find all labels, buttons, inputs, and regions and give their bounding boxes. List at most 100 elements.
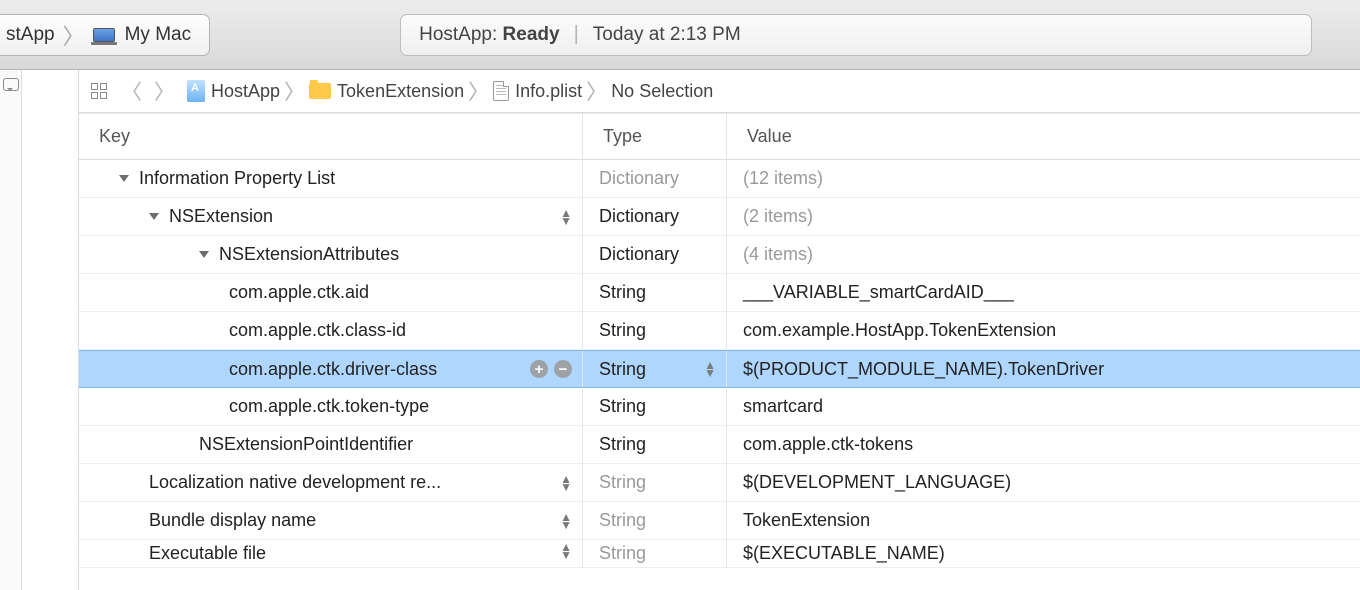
folder-icon — [309, 83, 331, 99]
key-cell[interactable]: Information Property List — [79, 160, 583, 197]
key-cell[interactable]: com.apple.ctk.driver-class +− — [79, 351, 583, 387]
key-cell[interactable]: NSExtensionAttributes — [79, 236, 583, 273]
key-stepper-icon[interactable]: ▲▼ — [560, 475, 572, 491]
table-row[interactable]: NSExtension ▲▼ Dictionary (2 items) — [79, 198, 1360, 236]
key-text: com.apple.ctk.token-type — [229, 396, 429, 417]
type-cell[interactable]: Dictionary — [583, 198, 727, 235]
comment-icon[interactable] — [3, 78, 19, 91]
forward-button[interactable]: 〉 — [154, 76, 175, 106]
table-row[interactable]: Information Property ListDictionary(12 i… — [79, 160, 1360, 198]
key-stepper-icon[interactable]: ▲▼ — [560, 543, 572, 559]
type-cell[interactable]: String ▲▼ — [583, 351, 727, 387]
related-items-icon[interactable] — [89, 83, 109, 99]
col-type[interactable]: Type — [583, 114, 727, 159]
key-text: NSExtension — [169, 206, 273, 227]
crumb-tokenextension[interactable]: TokenExtension — [309, 81, 464, 102]
type-cell[interactable]: String — [583, 274, 727, 311]
value-cell[interactable]: (4 items) — [727, 236, 1360, 273]
type-text: String — [599, 434, 646, 455]
key-cell[interactable]: com.apple.ctk.aid — [79, 274, 583, 311]
type-cell[interactable]: String — [583, 312, 727, 349]
table-row[interactable]: com.apple.ctk.driver-class +− String ▲▼ $(PR… — [79, 350, 1360, 388]
document-icon — [493, 81, 509, 101]
scheme-destination-label: My Mac — [125, 24, 192, 46]
breadcrumb: HostApp 〉 TokenExtension 〉 Info.plist 〉 … — [187, 76, 713, 106]
type-stepper-icon[interactable]: ▲▼ — [704, 361, 716, 377]
disclosure-triangle-icon[interactable] — [119, 175, 129, 182]
chevron-right-icon: 〉 — [284, 76, 305, 106]
key-cell[interactable]: Localization native development re... ▲▼ — [79, 464, 583, 501]
value-cell[interactable]: ___VARIABLE_smartCardAID___ — [727, 274, 1360, 311]
crumb-hostapp[interactable]: HostApp — [187, 80, 280, 102]
scheme-selector[interactable]: stApp 〉 My Mac — [0, 14, 210, 56]
type-cell[interactable]: Dictionary — [583, 236, 727, 273]
type-cell[interactable]: String — [583, 388, 727, 425]
type-cell[interactable]: String — [583, 464, 727, 501]
crumb-infoplist[interactable]: Info.plist — [493, 81, 582, 102]
key-text: com.apple.ctk.driver-class — [229, 359, 437, 380]
col-key[interactable]: Key — [79, 114, 583, 159]
main-area: 〈 〉 HostApp 〉 TokenExtension 〉 Info.plis… — [0, 70, 1360, 590]
table-row[interactable]: com.apple.ctk.aid String___VARIABLE_smart… — [79, 274, 1360, 312]
disclosure-triangle-icon[interactable] — [149, 213, 159, 220]
value-cell[interactable]: (12 items) — [727, 160, 1360, 197]
key-text: Bundle display name — [149, 510, 316, 531]
type-text: Dictionary — [599, 206, 679, 227]
key-text: Localization native development re... — [149, 472, 441, 493]
separator: | — [574, 23, 579, 46]
table-row[interactable]: Localization native development re... ▲▼ S… — [79, 464, 1360, 502]
status-state: Ready — [503, 24, 560, 46]
col-value[interactable]: Value — [727, 114, 1360, 159]
remove-button[interactable]: − — [554, 360, 572, 378]
type-cell[interactable]: Dictionary — [583, 160, 727, 197]
type-text: Dictionary — [599, 244, 679, 265]
key-cell[interactable]: Bundle display name ▲▼ — [79, 502, 583, 539]
status-app: HostApp: — [419, 24, 497, 46]
editor-content: 〈 〉 HostApp 〉 TokenExtension 〉 Info.plis… — [78, 70, 1360, 590]
value-cell[interactable]: com.apple.ctk-tokens — [727, 426, 1360, 463]
crumb-noselection[interactable]: No Selection — [611, 81, 713, 102]
table-row[interactable]: Bundle display name ▲▼ String TokenExtensio… — [79, 502, 1360, 540]
key-stepper-icon[interactable]: ▲▼ — [560, 209, 572, 225]
scheme-app-label: stApp — [6, 24, 55, 46]
disclosure-triangle-icon[interactable] — [199, 251, 209, 258]
key-cell[interactable]: Executable file▲▼ — [79, 540, 583, 567]
key-stepper-icon[interactable]: ▲▼ — [560, 513, 572, 529]
jump-bar: 〈 〉 HostApp 〉 TokenExtension 〉 Info.plis… — [79, 70, 1360, 113]
mac-icon — [93, 28, 115, 42]
value-cell[interactable]: $(PRODUCT_MODULE_NAME).TokenDriver — [727, 351, 1360, 387]
key-text: NSExtensionAttributes — [219, 244, 399, 265]
value-cell[interactable]: $(EXECUTABLE_NAME) — [727, 540, 1360, 567]
table-row[interactable]: com.apple.ctk.class-idStringcom.example.… — [79, 312, 1360, 350]
add-remove-controls: +− — [530, 360, 572, 378]
type-text: String — [599, 359, 646, 380]
chevron-right-icon: 〉 — [468, 76, 489, 106]
type-cell[interactable]: String — [583, 502, 727, 539]
type-cell[interactable]: String — [583, 426, 727, 463]
type-text: String — [599, 510, 646, 531]
chevron-right-icon: 〉 — [586, 76, 607, 106]
table-row[interactable]: NSExtensionPointIdentifier String com.appl… — [79, 426, 1360, 464]
type-text: String — [599, 472, 646, 493]
add-button[interactable]: + — [530, 360, 548, 378]
key-cell[interactable]: com.apple.ctk.class-id — [79, 312, 583, 349]
value-cell[interactable]: $(DEVELOPMENT_LANGUAGE) — [727, 464, 1360, 501]
value-cell[interactable]: com.example.HostApp.TokenExtension — [727, 312, 1360, 349]
table-row[interactable]: NSExtensionAttributes Dictionary (4 items) — [79, 236, 1360, 274]
left-gutter — [0, 70, 22, 590]
toolbar: stApp 〉 My Mac HostApp: Ready | Today at… — [0, 0, 1360, 70]
plist-table: Key Type Value Information Property List… — [79, 113, 1360, 568]
type-cell[interactable]: String — [583, 540, 727, 567]
value-cell[interactable]: (2 items) — [727, 198, 1360, 235]
key-text: com.apple.ctk.aid — [229, 282, 369, 303]
table-row[interactable]: com.apple.ctk.token-type Stringsmartcard — [79, 388, 1360, 426]
value-cell[interactable]: TokenExtension — [727, 502, 1360, 539]
key-cell[interactable]: NSExtensionPointIdentifier — [79, 426, 583, 463]
table-row[interactable]: Executable file▲▼String$(EXECUTABLE_NAME… — [79, 540, 1360, 568]
key-text: NSExtensionPointIdentifier — [199, 434, 413, 455]
back-button[interactable]: 〈 — [121, 76, 142, 106]
key-cell[interactable]: com.apple.ctk.token-type — [79, 388, 583, 425]
value-cell[interactable]: smartcard — [727, 388, 1360, 425]
status-time: Today at 2:13 PM — [593, 24, 741, 46]
key-cell[interactable]: NSExtension ▲▼ — [79, 198, 583, 235]
